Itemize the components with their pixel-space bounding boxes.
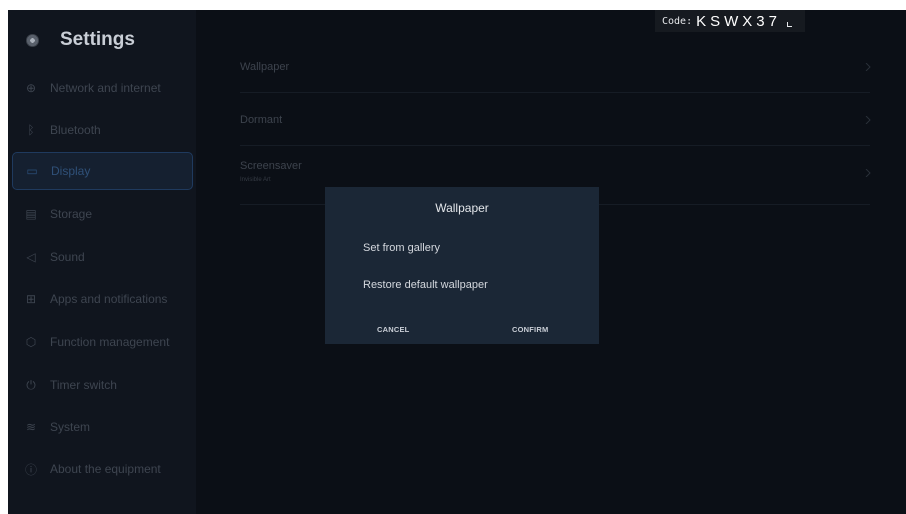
power-icon: ⏻ [26, 377, 36, 392]
wallpaper-dialog: Wallpaper Set from gallery Restore defau… [325, 187, 599, 344]
chevron-right-icon [865, 169, 871, 177]
app-title: Settings [60, 29, 135, 50]
sidebar-item-label: Timer switch [50, 378, 117, 392]
settings-screen: Settings ⊕ Network and internet ᛒ Blueto… [8, 10, 906, 514]
cube-icon: ⬡ [25, 335, 37, 349]
sidebar-item-timer-switch[interactable]: ⏻ Timer switch [12, 367, 193, 403]
row-label: Dormant [240, 114, 283, 126]
sidebar-item-display[interactable]: ▭ Display [12, 152, 193, 190]
sidebar: Settings ⊕ Network and internet ᛒ Blueto… [8, 10, 196, 514]
sidebar-item-about[interactable]: ⓘ About the equipment [12, 451, 193, 487]
sidebar-item-apps[interactable]: ⊞ Apps and notifications [12, 281, 193, 317]
code-value: KSWX37 [696, 12, 781, 30]
sidebar-item-storage[interactable]: ▤ Storage [12, 196, 193, 232]
corner-mark-icon [787, 22, 792, 27]
chevron-right-icon [865, 63, 871, 71]
globe-icon: ⊕ [25, 81, 37, 95]
settings-logo-icon [26, 33, 39, 47]
sidebar-item-network[interactable]: ⊕ Network and internet [12, 70, 193, 106]
cancel-button[interactable]: CANCEL [377, 325, 409, 334]
sidebar-item-function-management[interactable]: ⬡ Function management [12, 324, 193, 360]
sidebar-item-label: Display [51, 164, 91, 178]
settings-row-wallpaper[interactable]: Wallpaper [240, 42, 871, 93]
speaker-icon: ◁ [26, 250, 36, 264]
option-set-from-gallery[interactable]: Set from gallery [363, 242, 440, 254]
sidebar-item-label: About the equipment [50, 462, 161, 476]
info-icon: ⓘ [24, 462, 37, 477]
sidebar-item-label: Apps and notifications [50, 292, 168, 306]
row-sublabel: Invisible Art [240, 177, 271, 183]
sidebar-item-system[interactable]: ≋ System [12, 409, 193, 445]
settings-row-dormant[interactable]: Dormant [240, 92, 871, 146]
code-label: Code: [662, 15, 693, 27]
storage-icon: ▤ [25, 207, 37, 221]
row-label: Screensaver [240, 160, 302, 172]
sidebar-item-label: System [50, 420, 91, 434]
sidebar-item-label: Function management [50, 335, 170, 349]
sidebar-item-sound[interactable]: ◁ Sound [12, 239, 193, 275]
confirm-button[interactable]: CONFIRM [512, 325, 548, 334]
sidebar-item-label: Storage [50, 207, 93, 221]
sidebar-item-label: Sound [50, 250, 85, 264]
apps-grid-icon: ⊞ [25, 292, 37, 306]
sidebar-item-label: Bluetooth [50, 123, 101, 137]
option-restore-default-wallpaper[interactable]: Restore default wallpaper [363, 279, 488, 291]
sliders-icon: ≋ [25, 420, 37, 434]
sidebar-item-bluetooth[interactable]: ᛒ Bluetooth [12, 112, 193, 148]
row-label: Wallpaper [240, 61, 290, 73]
chevron-right-icon [865, 116, 871, 124]
sidebar-item-label: Network and internet [50, 81, 161, 95]
code-badge: Code: KSWX37 [655, 10, 805, 32]
bluetooth-icon: ᛒ [27, 123, 35, 137]
app-header: Settings [26, 29, 135, 50]
dialog-title: Wallpaper [435, 201, 489, 215]
monitor-icon: ▭ [26, 164, 38, 178]
